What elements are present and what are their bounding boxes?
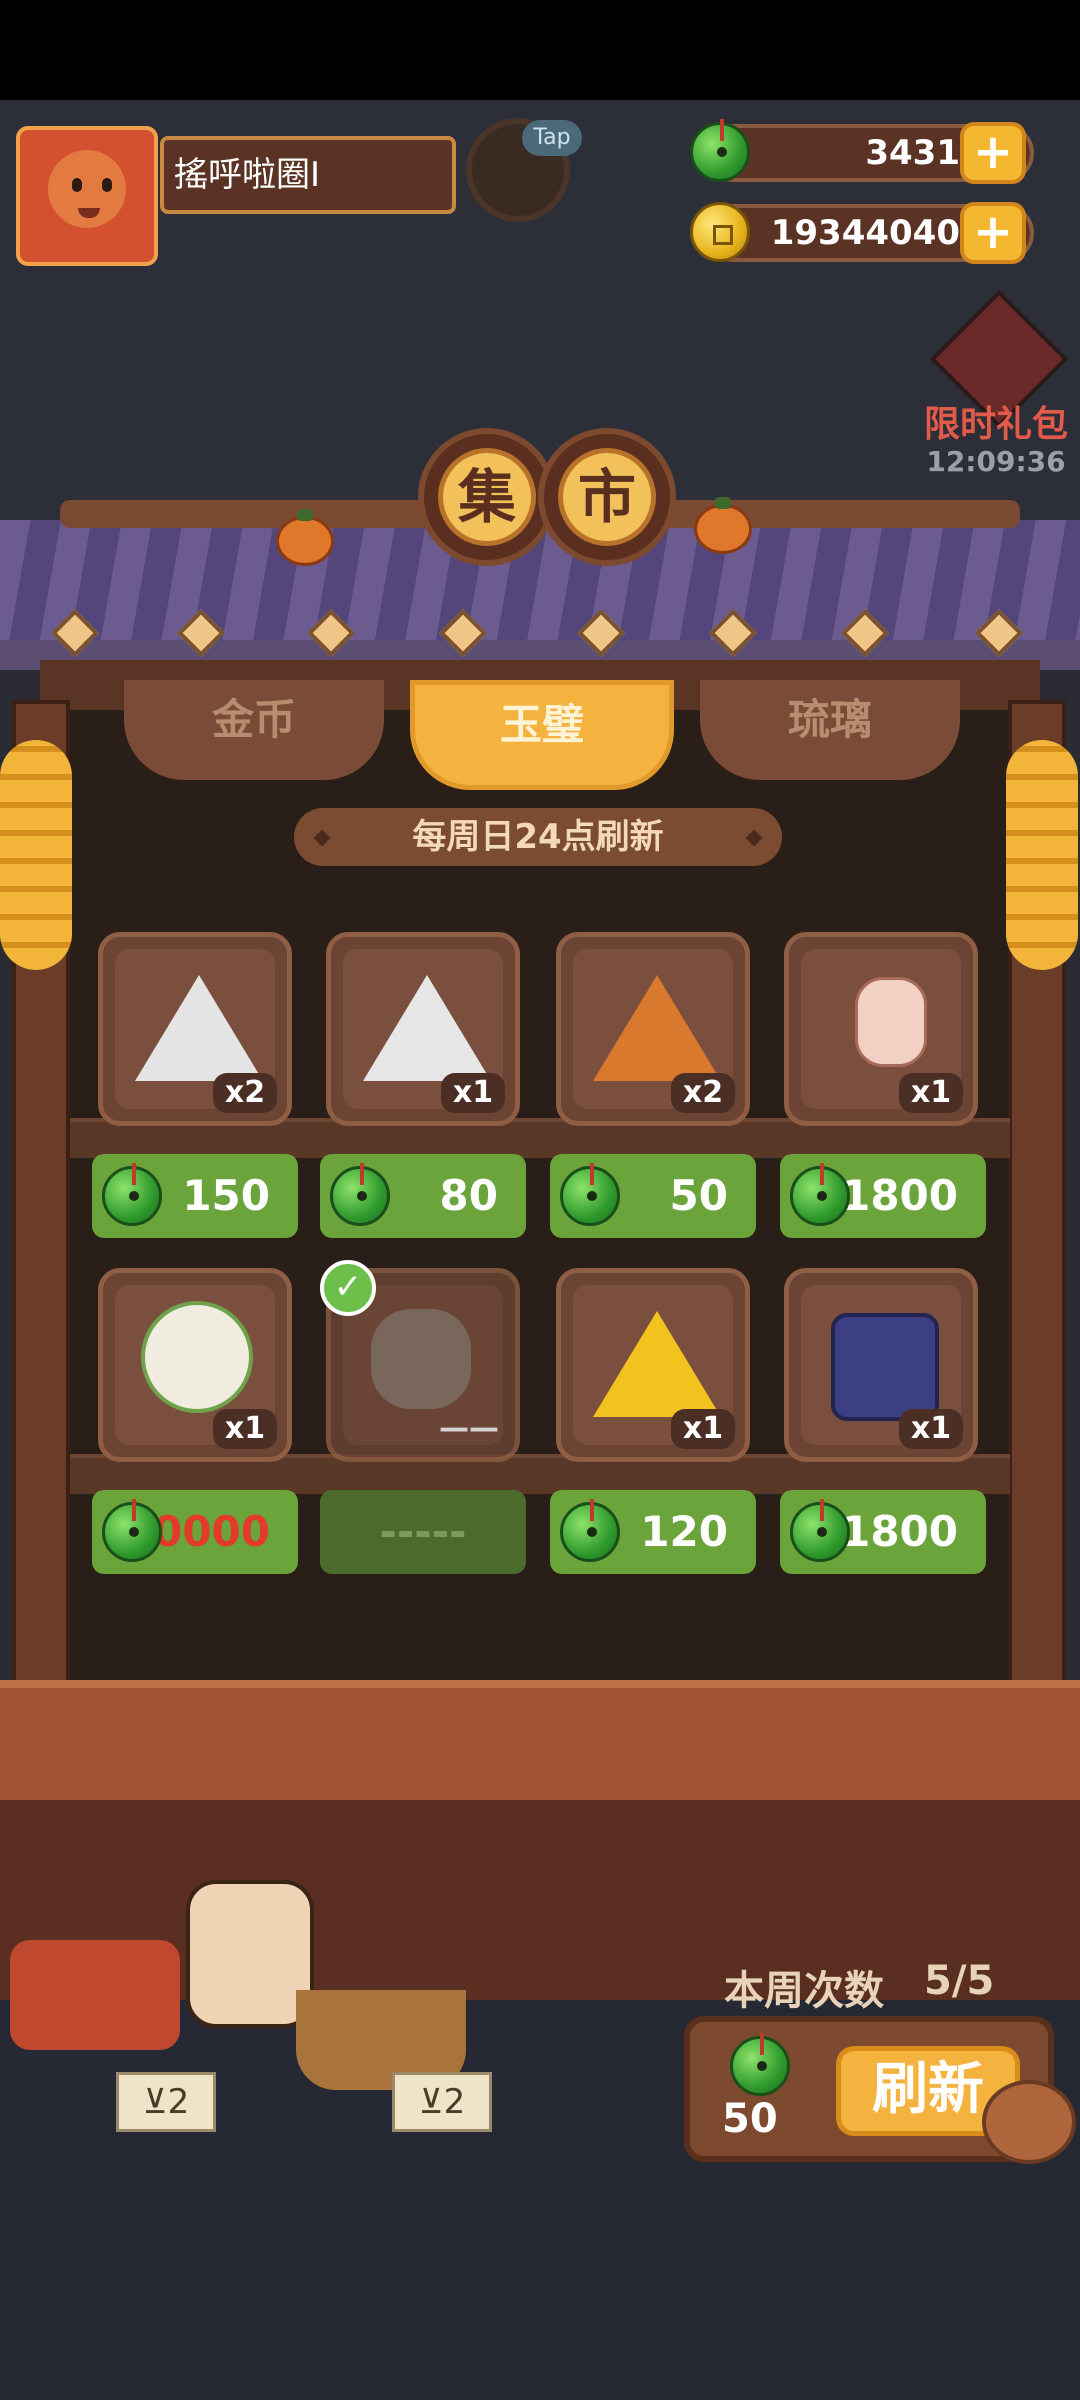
orange-rune-triangle-icon (593, 975, 721, 1081)
refresh-note: 每周日24点刷新 (294, 808, 782, 866)
lotus-lantern-icon (855, 977, 927, 1067)
weekly-count-value: 5/5 (924, 1958, 995, 2004)
item-quantity: x1 (899, 1409, 963, 1449)
green-hair-girl-icon (141, 1301, 253, 1413)
shop-item[interactable]: x1 (326, 932, 520, 1126)
jade-icon (102, 1163, 162, 1226)
jade-icon (102, 1499, 162, 1562)
persimmon-icon (276, 509, 334, 566)
silver-leaf-triangle-icon (363, 975, 491, 1081)
player-name[interactable]: 搖呼啦圈I (160, 136, 456, 214)
blue-cake-icon (831, 1313, 939, 1421)
price-button-disabled: ----- (320, 1490, 526, 1574)
item-quantity: x1 (213, 1409, 277, 1449)
price-sign: ⊻2 (392, 2072, 492, 2132)
status-bar (0, 0, 1080, 100)
persimmon-basket (10, 1940, 180, 2050)
purchased-check-icon: ✓ (320, 1260, 376, 1316)
price-value: 1800 (841, 1507, 958, 1556)
jade-icon (690, 119, 750, 182)
price-button[interactable]: 150 (92, 1154, 298, 1238)
tap-badge: Tap (522, 120, 582, 156)
add-gold-button[interactable]: + (960, 202, 1026, 264)
market-title-right: 市 (538, 428, 676, 566)
tab-glass[interactable]: 琉璃 (700, 680, 960, 780)
merchant-character (186, 1880, 314, 2028)
price-button[interactable]: 30000 (92, 1490, 298, 1574)
shop-item[interactable]: x1 (784, 1268, 978, 1462)
musician-bear-icon (371, 1309, 471, 1409)
corn-decoration (0, 740, 72, 970)
item-quantity: x1 (441, 1073, 505, 1113)
corn-decoration (1006, 740, 1078, 970)
tab-jade[interactable]: 玉璧 (410, 680, 674, 790)
price-button[interactable]: 1800 (780, 1490, 986, 1574)
shop-item[interactable]: x2 (556, 932, 750, 1126)
price-value: 150 (182, 1171, 270, 1220)
item-quantity: x1 (671, 1409, 735, 1449)
shop-item[interactable]: x1 (556, 1268, 750, 1462)
limited-gift-title[interactable]: 限时礼包 (912, 395, 1080, 447)
weekly-count-label: 本周次数 (724, 1968, 884, 2014)
item-quantity: x2 (671, 1073, 735, 1113)
price-value: 1800 (841, 1171, 958, 1220)
shop-item[interactable]: x1 (98, 1268, 292, 1462)
item-quantity: —— (439, 1411, 499, 1446)
jade-icon (790, 1499, 850, 1562)
price-value: 80 (439, 1171, 498, 1220)
add-jade-button[interactable]: + (960, 122, 1026, 184)
item-quantity: x2 (213, 1073, 277, 1113)
limited-gift-timer: 12:09:36 (926, 445, 1066, 478)
refresh-cost: 50 (722, 2096, 778, 2142)
market-title-left: 集 (418, 428, 556, 566)
cat-mascot-icon (982, 2080, 1076, 2164)
silver-spiral-triangle-icon (135, 975, 263, 1081)
persimmon-icon (694, 497, 752, 554)
jade-icon (330, 1163, 390, 1226)
jade-icon (560, 1499, 620, 1562)
price-button[interactable]: 80 (320, 1154, 526, 1238)
price-sign: ⊻2 (116, 2072, 216, 2132)
price-button[interactable]: 120 (550, 1490, 756, 1574)
price-value: 50 (669, 1171, 728, 1220)
price-value: 120 (640, 1507, 728, 1556)
price-value: ----- (379, 1507, 467, 1556)
item-quantity: x1 (899, 1073, 963, 1113)
jade-icon (730, 2033, 790, 2096)
jade-icon (560, 1163, 620, 1226)
shop-counter (0, 1680, 1080, 1808)
price-button[interactable]: 1800 (780, 1154, 986, 1238)
shop-item[interactable]: x1 (784, 932, 978, 1126)
jade-icon (790, 1163, 850, 1226)
price-button[interactable]: 50 (550, 1154, 756, 1238)
gold-coin-icon (690, 202, 750, 262)
gold-fish-triangle-icon (593, 1311, 721, 1417)
shop-item[interactable]: x2 (98, 932, 292, 1126)
tab-gold[interactable]: 金币 (124, 680, 384, 780)
player-avatar[interactable] (16, 126, 158, 266)
